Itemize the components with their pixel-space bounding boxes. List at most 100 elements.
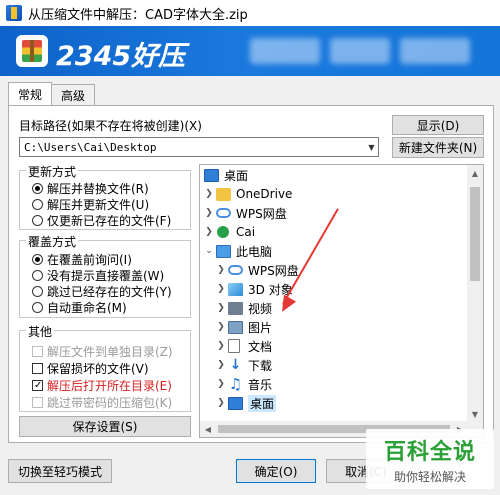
checkbox-icon xyxy=(32,346,43,357)
radio-icon[interactable] xyxy=(32,270,43,281)
checkbox-separate-dir: 解压文件到单独目录(Z) xyxy=(32,343,173,360)
radio-icon[interactable] xyxy=(32,199,43,210)
radio-replace[interactable]: 解压并替换文件(R) xyxy=(32,180,149,197)
update-mode-title: 更新方式 xyxy=(26,163,79,180)
checkbox-icon xyxy=(32,397,43,408)
tree-item-label: 文档 xyxy=(248,339,273,354)
blurred-region xyxy=(400,38,470,64)
radio-icon[interactable] xyxy=(32,183,43,194)
option-label: 跳过带密码的压缩包(K) xyxy=(47,396,173,410)
radio-icon[interactable] xyxy=(32,302,43,313)
radio-update[interactable]: 解压并更新文件(U) xyxy=(32,196,149,213)
tree-item-onedrive[interactable]: ❯ OneDrive xyxy=(204,184,292,204)
tab-advanced[interactable]: 高级 xyxy=(51,84,96,105)
save-settings-button[interactable]: 保存设置(S) xyxy=(19,416,191,437)
brand-banner: 2345好压 xyxy=(0,26,500,76)
tree-item-this-pc[interactable]: ⌄ 此电脑 xyxy=(204,241,272,261)
tree-item-pc-desktop[interactable]: ❯ 桌面 xyxy=(216,393,277,413)
watermark-subtitle: 助你轻松解决 xyxy=(393,469,466,484)
radio-icon[interactable] xyxy=(32,215,43,226)
option-label: 跳过已经存在的文件(Y) xyxy=(47,285,172,299)
chevron-down-icon[interactable]: ⌄ xyxy=(204,246,214,256)
tree-item-label: WPS网盘 xyxy=(236,206,287,221)
tab-general[interactable]: 常规 xyxy=(8,82,53,105)
checkbox-keep-broken[interactable]: 保留损坏的文件(V) xyxy=(32,360,149,377)
tree-item-pc-wps-cloud[interactable]: ❯ WPS网盘 xyxy=(216,260,299,280)
checkbox-skip-password: 跳过带密码的压缩包(K) xyxy=(32,394,172,411)
radio-existing-only[interactable]: 仅更新已存在的文件(F) xyxy=(32,212,171,229)
tree-item-3d-objects[interactable]: ❯ 3D 对象 xyxy=(216,279,293,299)
watermark: 百科全说 助你轻松解决 xyxy=(366,429,494,489)
tree-item-desktop-root[interactable]: 桌面 xyxy=(204,165,248,185)
folder-tree[interactable]: 桌面 ❯ OneDrive ❯ WPS网盘 ❯ Cai ⌄ 此电脑 ❯ WPS网… xyxy=(199,164,484,438)
simple-mode-button[interactable]: 切换至轻巧模式 xyxy=(8,459,112,483)
tree-item-label: 图片 xyxy=(248,320,273,335)
radio-icon[interactable] xyxy=(32,286,43,297)
chevron-right-icon[interactable]: ❯ xyxy=(216,379,226,389)
scroll-left-icon[interactable]: ◀ xyxy=(200,421,216,437)
tree-item-pictures[interactable]: ❯ 图片 xyxy=(216,317,272,337)
tree-item-user[interactable]: ❯ Cai xyxy=(204,222,255,242)
chevron-right-icon[interactable]: ❯ xyxy=(216,398,226,408)
checkbox-icon[interactable] xyxy=(32,363,43,374)
cube-icon xyxy=(228,282,243,296)
tree-item-wps-cloud[interactable]: ❯ WPS网盘 xyxy=(204,203,287,223)
chevron-right-icon[interactable]: ❯ xyxy=(204,208,214,218)
radio-icon[interactable] xyxy=(32,254,43,265)
radio-ask[interactable]: 在覆盖前询问(I) xyxy=(32,251,132,268)
blurred-region xyxy=(330,38,390,64)
other-options-group: 其他 解压文件到单独目录(Z) 保留损坏的文件(V) 解压后打开所在目录(E) … xyxy=(19,323,191,412)
user-icon xyxy=(217,226,229,238)
tree-item-music[interactable]: ❯ ♫ 音乐 xyxy=(216,374,272,394)
archive-logo-icon xyxy=(16,35,48,67)
checkbox-open-dir[interactable]: 解压后打开所在目录(E) xyxy=(32,377,172,394)
option-label: 解压并替换文件(R) xyxy=(47,182,149,196)
checkbox-icon[interactable] xyxy=(32,380,43,391)
radio-overwrite[interactable]: 没有提示直接覆盖(W) xyxy=(32,267,164,284)
radio-rename[interactable]: 自动重命名(M) xyxy=(32,299,127,316)
vertical-scrollbar[interactable]: ▲ ▼ xyxy=(467,165,483,422)
brand-name: 2345好压 xyxy=(56,41,186,72)
other-options-title: 其他 xyxy=(26,323,55,340)
tree-item-documents[interactable]: ❯ 文档 xyxy=(216,336,272,356)
music-icon: ♫ xyxy=(228,374,243,393)
chevron-right-icon[interactable]: ❯ xyxy=(204,227,214,237)
radio-skip[interactable]: 跳过已经存在的文件(Y) xyxy=(32,283,172,300)
document-icon xyxy=(228,339,240,353)
folder-icon xyxy=(216,187,231,201)
scroll-up-icon[interactable]: ▲ xyxy=(467,165,483,181)
tree-item-label: 视频 xyxy=(248,301,273,316)
ok-button[interactable]: 确定(O) xyxy=(236,459,316,483)
tree-item-label: 桌面 xyxy=(248,394,277,412)
title-bar: 从压缩文件中解压：CAD字体大全.zip xyxy=(0,0,500,26)
tree-item-videos[interactable]: ❯ 视频 xyxy=(216,298,272,318)
chevron-down-icon[interactable]: ▼ xyxy=(365,138,378,156)
chevron-right-icon[interactable]: ❯ xyxy=(216,341,226,351)
chevron-right-icon[interactable]: ❯ xyxy=(216,303,226,313)
chevron-right-icon[interactable]: ❯ xyxy=(216,265,226,275)
overwrite-mode-title: 覆盖方式 xyxy=(26,233,79,250)
option-label: 解压文件到单独目录(Z) xyxy=(47,345,173,359)
download-icon: ↓ xyxy=(229,356,242,373)
general-panel: 目标路径(如果不存在将被创建)(X) 显示(D) C:\Users\Cai\De… xyxy=(8,105,494,443)
chevron-right-icon[interactable]: ❯ xyxy=(204,189,214,199)
tree-item-label: 音乐 xyxy=(248,377,273,392)
cloud-icon xyxy=(228,265,243,275)
desktop-icon xyxy=(204,168,219,182)
blurred-region xyxy=(250,38,320,64)
chevron-right-icon[interactable]: ❯ xyxy=(216,322,226,332)
tree-item-downloads[interactable]: ❯ ↓ 下载 xyxy=(216,355,272,375)
new-folder-button[interactable]: 新建文件夹(N) xyxy=(392,137,484,158)
tree-item-label: 桌面 xyxy=(224,168,249,183)
tree-item-label: WPS网盘 xyxy=(248,263,299,278)
tree-item-label: 此电脑 xyxy=(236,244,273,259)
scroll-down-icon[interactable]: ▼ xyxy=(467,406,483,422)
show-button[interactable]: 显示(D) xyxy=(392,115,484,135)
target-path-input[interactable]: C:\Users\Cai\Desktop xyxy=(19,137,379,157)
scrollbar-thumb[interactable] xyxy=(470,187,480,281)
image-icon xyxy=(228,320,243,334)
chevron-right-icon[interactable]: ❯ xyxy=(216,284,226,294)
app-icon xyxy=(6,5,22,21)
option-label: 解压后打开所在目录(E) xyxy=(47,379,172,393)
chevron-right-icon[interactable]: ❯ xyxy=(216,360,226,370)
